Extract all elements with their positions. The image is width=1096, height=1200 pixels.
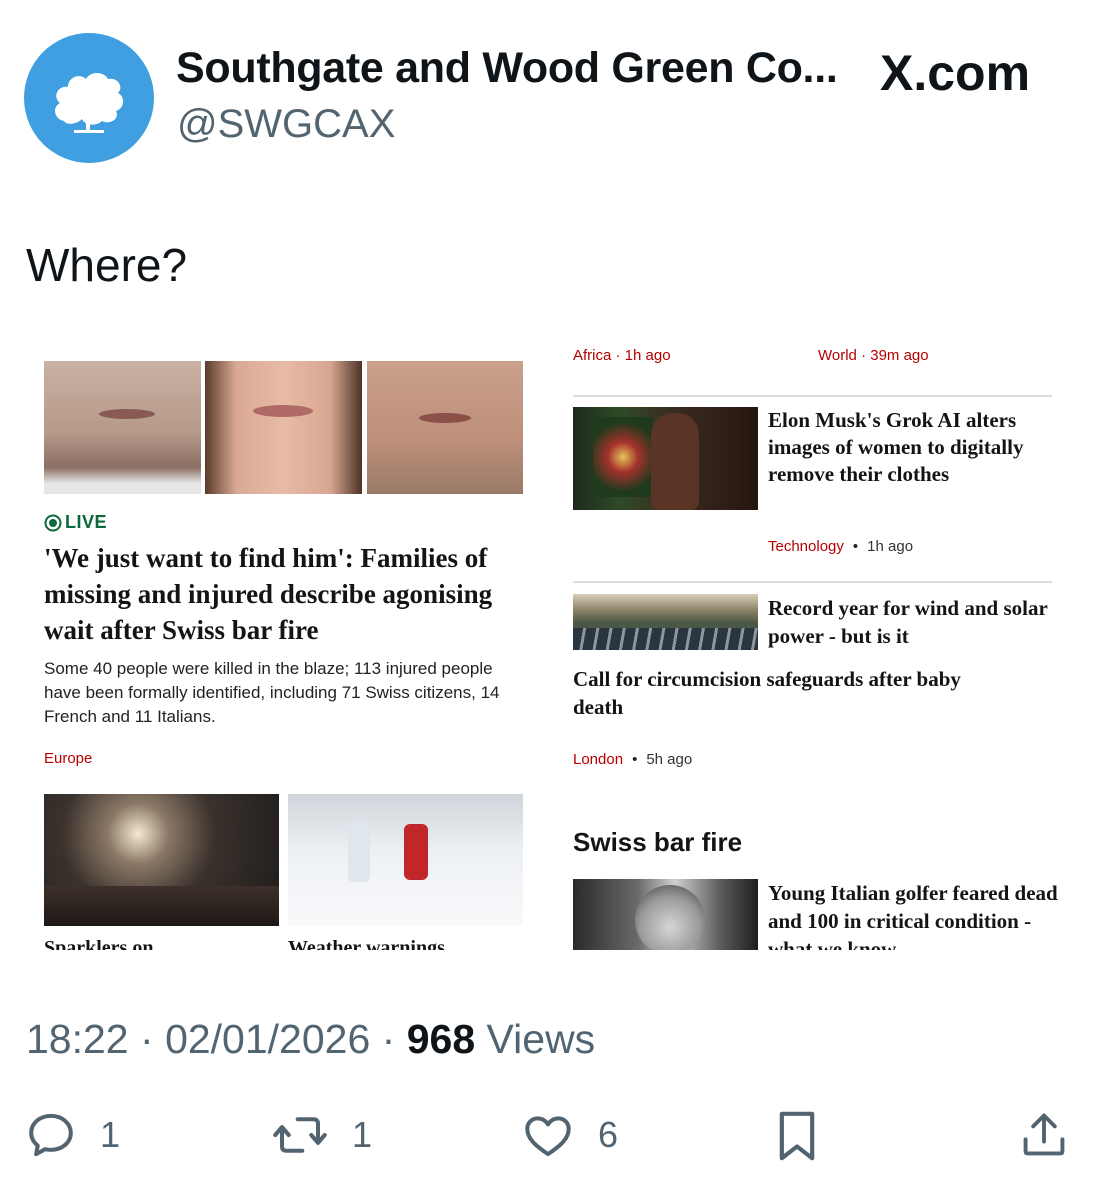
like-count: 6	[598, 1114, 619, 1155]
views-label: Views	[486, 1016, 596, 1062]
circumcision-story-headline[interactable]: Call for circumcision safeguards after b…	[573, 665, 1003, 721]
news-screenshot[interactable]: Africa · 1h ago World · 39m ago LIVE 'We…	[28, 345, 1068, 950]
weather-photo	[288, 794, 523, 926]
user-handle[interactable]: @SWGCAX	[177, 102, 395, 147]
display-name[interactable]: Southgate and Wood Green Co...	[176, 44, 838, 93]
timestamp-views: 18:22 · 02/01/2026 · 968 Views	[26, 1016, 596, 1062]
lead-summary: Some 40 people were killed in the blaze;…	[44, 659, 500, 726]
lead-category[interactable]: Europe	[44, 750, 92, 767]
avatar[interactable]	[24, 33, 154, 163]
grok-story-photo	[573, 407, 758, 510]
reply-icon	[29, 1113, 73, 1157]
like-button[interactable]: 6	[520, 1108, 618, 1162]
lead-photo-1	[44, 361, 201, 494]
share-icon	[1023, 1113, 1065, 1156]
section-title[interactable]: Swiss bar fire	[573, 827, 742, 858]
sparklers-caption[interactable]: Sparklers on	[44, 937, 153, 950]
top-meta-left: Africa · 1h ago	[573, 347, 671, 364]
lead-headline[interactable]: 'We just want to find him': Families of …	[44, 540, 524, 648]
bookmark-icon	[779, 1111, 815, 1161]
tweet-text: Where?	[26, 239, 188, 291]
golfer-story-headline[interactable]: Young Italian golfer feared dead and 100…	[768, 879, 1058, 950]
x-com-logo: X.com	[880, 45, 1031, 101]
bookmark-button[interactable]	[772, 1108, 822, 1164]
divider	[573, 395, 1052, 397]
lead-photo-3	[367, 361, 523, 494]
tree-logo-icon	[55, 73, 124, 133]
grok-story-meta: Technology • 1h ago	[768, 538, 914, 555]
repost-button[interactable]: 1	[270, 1108, 372, 1162]
tweet-time[interactable]: 18:22	[26, 1016, 129, 1062]
like-icon	[525, 1116, 571, 1157]
tweet-date[interactable]: 02/01/2026	[165, 1016, 370, 1062]
circumcision-story-meta: London • 5h ago	[573, 751, 693, 768]
share-button[interactable]	[1018, 1108, 1070, 1162]
top-meta-right: World · 39m ago	[818, 347, 929, 364]
lead-photo-2	[205, 361, 362, 494]
views-count: 968	[406, 1016, 476, 1062]
grok-story-headline[interactable]: Elon Musk's Grok AI alters images of wom…	[768, 407, 1058, 488]
live-badge: LIVE	[44, 512, 107, 533]
golfer-photo	[573, 879, 758, 950]
solar-story-headline[interactable]: Record year for wind and solar power - b…	[768, 594, 1058, 650]
sparklers-photo	[44, 794, 279, 926]
repost-icon	[273, 1117, 327, 1153]
weather-caption[interactable]: Weather warnings	[288, 937, 445, 950]
reply-count: 1	[100, 1114, 121, 1155]
live-dot-icon	[44, 514, 62, 531]
reply-button[interactable]: 1	[24, 1108, 120, 1162]
divider	[573, 581, 1052, 583]
repost-count: 1	[352, 1114, 373, 1155]
solar-story-photo	[573, 594, 758, 650]
